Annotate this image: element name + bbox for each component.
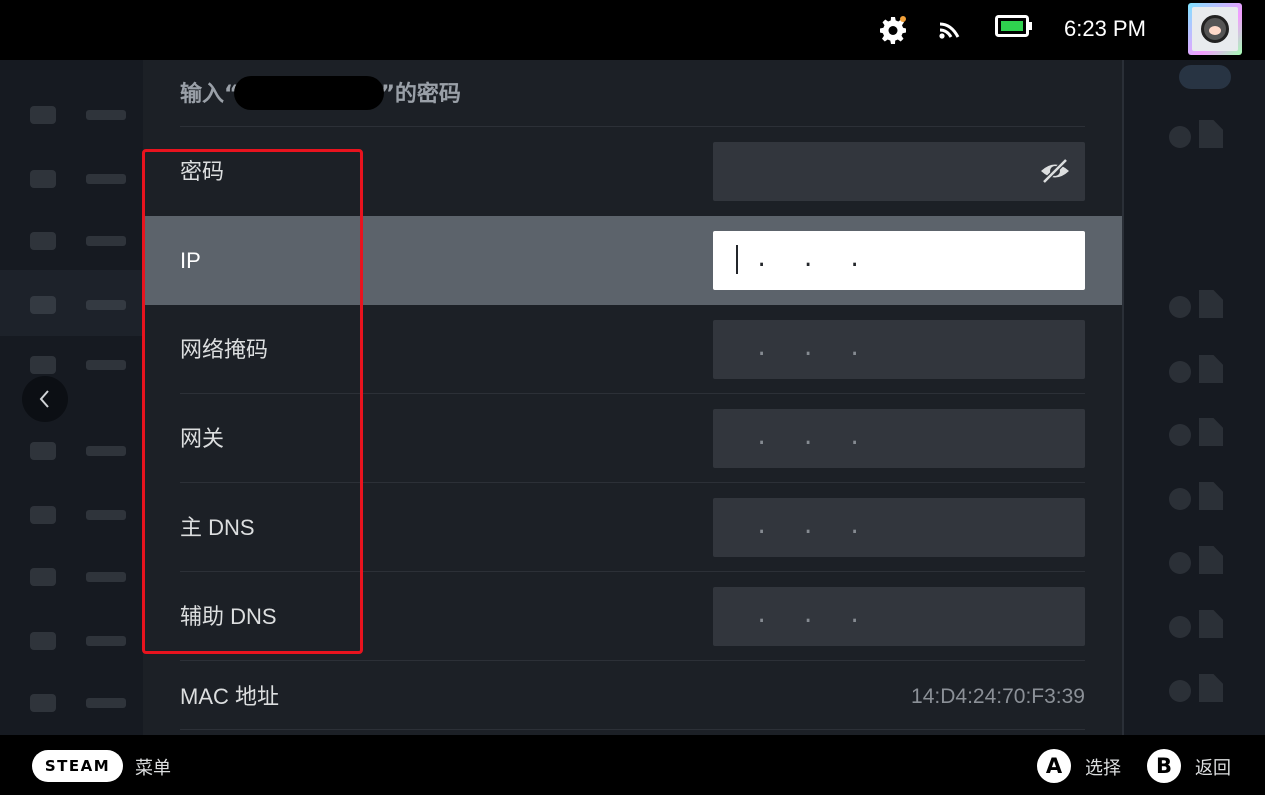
title-prefix: 输入“ bbox=[180, 82, 239, 107]
gateway-label: 网关 bbox=[180, 426, 225, 451]
mac-address-row: MAC 地址 14:D4:24:70:F3:39 bbox=[143, 664, 1122, 730]
select-label: 选择 bbox=[1085, 758, 1121, 779]
battery-icon[interactable] bbox=[995, 15, 1033, 37]
status-bar: 6:23 PM bbox=[0, 0, 1265, 60]
password-row[interactable]: 密码 bbox=[143, 127, 1122, 216]
eye-slash-icon[interactable] bbox=[1039, 157, 1071, 185]
chevron-left-icon bbox=[39, 390, 49, 408]
mac-address-label: MAC 地址 bbox=[180, 684, 280, 709]
avatar[interactable] bbox=[1188, 3, 1242, 55]
primary-dns-label: 主 DNS bbox=[180, 515, 255, 540]
netmask-value: . . . bbox=[755, 336, 872, 361]
gateway-input[interactable]: . . . bbox=[713, 409, 1085, 468]
back-button[interactable] bbox=[22, 376, 68, 422]
ip-input[interactable]: . . . bbox=[713, 231, 1085, 290]
netmask-row[interactable]: 网络掩码 . . . bbox=[143, 305, 1122, 394]
primary-dns-value: . . . bbox=[755, 514, 872, 539]
back-label: 返回 bbox=[1195, 758, 1231, 779]
ip-value: . . . bbox=[755, 247, 872, 272]
ip-label: IP bbox=[180, 248, 201, 273]
text-caret bbox=[736, 245, 738, 274]
password-label: 密码 bbox=[180, 159, 225, 184]
gateway-row[interactable]: 网关 . . . bbox=[143, 394, 1122, 483]
clock: 6:23 PM bbox=[1064, 16, 1146, 41]
dialog-title: 输入“ ”的密码 bbox=[180, 76, 461, 112]
gear-icon[interactable] bbox=[878, 15, 908, 45]
password-field[interactable] bbox=[713, 142, 1085, 201]
network-settings-dialog: 输入“ ”的密码 密码 IP . . . 网络掩码 . . . 网关 . . .… bbox=[143, 60, 1122, 735]
netmask-input[interactable]: . . . bbox=[713, 320, 1085, 379]
b-button[interactable]: B bbox=[1147, 749, 1181, 783]
secondary-dns-value: . . . bbox=[755, 603, 872, 628]
netmask-label: 网络掩码 bbox=[180, 337, 269, 362]
background-wifi-list bbox=[1122, 60, 1265, 735]
steam-button[interactable]: STEAM bbox=[32, 750, 123, 782]
secondary-dns-row[interactable]: 辅助 DNS . . . bbox=[143, 572, 1122, 661]
primary-dns-row[interactable]: 主 DNS . . . bbox=[143, 483, 1122, 572]
ip-row[interactable]: IP . . . bbox=[143, 216, 1122, 305]
menu-label: 菜单 bbox=[135, 758, 171, 779]
redacted-network-name bbox=[234, 76, 385, 110]
title-suffix: ”的密码 bbox=[380, 82, 461, 107]
primary-dns-input[interactable]: . . . bbox=[713, 498, 1085, 557]
gateway-value: . . . bbox=[755, 425, 872, 450]
secondary-dns-input[interactable]: . . . bbox=[713, 587, 1085, 646]
secondary-dns-label: 辅助 DNS bbox=[180, 604, 277, 629]
wifi-icon[interactable] bbox=[936, 15, 964, 41]
bottom-bar: STEAM 菜单 A 选择 B 返回 bbox=[0, 735, 1265, 795]
a-button[interactable]: A bbox=[1037, 749, 1071, 783]
mac-address-value: 14:D4:24:70:F3:39 bbox=[911, 685, 1085, 708]
